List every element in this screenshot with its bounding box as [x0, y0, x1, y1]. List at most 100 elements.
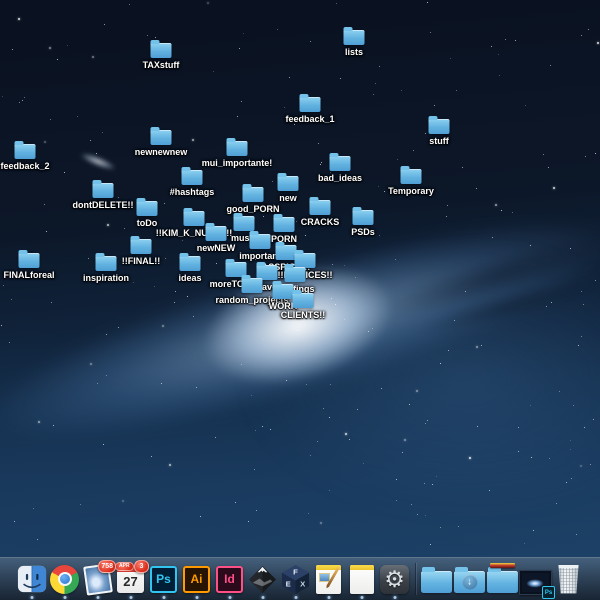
notes-document: [316, 565, 341, 594]
trash-can: [557, 565, 580, 594]
desktop-folder-new[interactable]: new: [288, 176, 309, 191]
dock-item-calendar[interactable]: APR 273: [114, 559, 147, 599]
dock-item-illustrator[interactable]: Ai: [180, 559, 213, 599]
folder-icon: [93, 183, 114, 198]
distant-galaxy: [74, 147, 123, 175]
desktop-folder-psds[interactable]: PSDs: [363, 210, 384, 225]
photoshop-logo: Ps: [150, 566, 177, 593]
svg-text:E: E: [286, 579, 291, 588]
desktop-folder-clients[interactable]: CLIENTS!!: [303, 293, 324, 308]
mail-badge: 758: [98, 560, 116, 573]
desktop-folder-todo[interactable]: toDo: [147, 201, 168, 216]
svg-text:X: X: [300, 579, 306, 588]
desktop-folder-newnewnew[interactable]: newnewnew: [161, 130, 182, 145]
ps-file-badge: Ps: [542, 586, 555, 599]
dock-item-textedit[interactable]: [345, 559, 378, 599]
dock-item-finder[interactable]: [15, 559, 48, 599]
desktop-folder-dontdelete[interactable]: dontDELETE!!: [103, 183, 124, 198]
folder-icon: [300, 97, 321, 112]
desktop-folder-invoices[interactable]: !!INVOICES!!: [305, 253, 326, 268]
desktop-folder-stuff[interactable]: stuff: [439, 119, 460, 134]
indesign-logo: Id: [216, 566, 243, 593]
dock-item-chrome[interactable]: [48, 559, 81, 599]
stack-folder-icon: [487, 571, 518, 593]
download-arrow-icon: ↓: [462, 574, 477, 589]
desktop[interactable]: TAXstuff lists feedback_1 stuff newnewne…: [0, 0, 600, 600]
desktop-folder-inspiration[interactable]: inspiration: [106, 256, 127, 271]
calendar-badge: 3: [134, 560, 149, 573]
dock-item-notes[interactable]: [312, 559, 345, 599]
running-indicator: [261, 596, 264, 599]
folder-label: #hashtags: [170, 187, 215, 197]
folder-icon: [96, 256, 117, 271]
folder-icon: [151, 43, 172, 58]
folder-icon: [273, 284, 294, 299]
desktop-folder-porn[interactable]: PORN: [284, 217, 305, 232]
desktop-folder-ideas[interactable]: ideas: [190, 256, 211, 271]
folder-label: newnewnew: [135, 147, 188, 157]
running-indicator: [195, 596, 198, 599]
dock-folder-icon: [421, 571, 452, 593]
desktop-folder-feedback-2[interactable]: feedback_2: [25, 144, 46, 159]
dock-item-folder-documents[interactable]: [420, 559, 453, 599]
folder-icon: [151, 130, 172, 145]
folder-label: CLIENTS!!: [281, 310, 326, 320]
desktop-folder-final[interactable]: !!FINAL!!: [141, 239, 162, 254]
folder-icon: [182, 170, 203, 185]
folder-label: feedback_2: [0, 161, 49, 171]
desktop-folder-taxstuff[interactable]: TAXstuff: [161, 43, 182, 58]
desktop-folder-music[interactable]: music: [244, 216, 265, 231]
folder-icon: [243, 187, 264, 202]
dock-item-trash[interactable]: [552, 559, 585, 599]
folder-label: dontDELETE!!: [73, 200, 134, 210]
desktop-folder-finalforeal[interactable]: FINALforeal: [29, 253, 50, 268]
downloads-folder-icon: ↓: [454, 571, 485, 593]
running-indicator: [228, 596, 231, 599]
desktop-folder-good-porn[interactable]: good_PORN: [253, 187, 274, 202]
desktop-folder-random-projects[interactable]: random_projects: [252, 278, 273, 293]
dock-item-folder-stack[interactable]: [486, 559, 519, 599]
folder-icon: [401, 169, 422, 184]
folder-label: feedback_1: [285, 114, 334, 124]
desktop-folder-briefings[interactable]: Briefings: [295, 267, 316, 282]
desktop-folder-bad-ideas[interactable]: bad_ideas: [340, 156, 361, 171]
document-header: [350, 565, 374, 570]
calendar-month: APR: [115, 562, 134, 571]
running-indicator: [30, 596, 33, 599]
dock-item-indesign[interactable]: Id: [213, 559, 246, 599]
desktop-folder-lists[interactable]: lists: [354, 30, 375, 45]
folder-icon: [242, 278, 263, 293]
folder-label: stuff: [429, 136, 449, 146]
dock-item-system-preferences[interactable]: ⚙: [378, 559, 411, 599]
folder-icon: [274, 217, 295, 232]
folder-label: newNEW: [197, 243, 236, 253]
folder-label: mui_importante!: [202, 158, 273, 168]
dock-item-inkscape[interactable]: [246, 559, 279, 599]
desktop-folder-hashtags[interactable]: #hashtags: [192, 170, 213, 185]
notes-photo: [319, 573, 330, 582]
svg-text:F: F: [293, 567, 298, 576]
dock-item-fontexplorer[interactable]: F E X: [279, 559, 312, 599]
fontexplorer-cube: F E X: [280, 564, 311, 595]
dock-item-folder-downloads[interactable]: ↓: [453, 559, 486, 599]
folder-icon: [184, 211, 205, 226]
folder-icon: [295, 253, 316, 268]
illustrator-logo: Ai: [183, 566, 210, 593]
desktop-folder-feedback-1[interactable]: feedback_1: [310, 97, 331, 112]
finder-face: [17, 564, 47, 594]
gear-icon: ⚙: [380, 565, 409, 594]
dock-item-psd-window[interactable]: Ps: [519, 559, 552, 599]
dock-item-photoshop[interactable]: Ps: [147, 559, 180, 599]
inkscape-logo: [247, 564, 278, 595]
desktop-folder-newnew[interactable]: newNEW: [216, 226, 237, 241]
folder-icon: [276, 245, 297, 260]
dock-item-mail[interactable]: 758: [81, 559, 114, 599]
desktop-folder-temporary[interactable]: Temporary: [411, 169, 432, 184]
running-indicator: [393, 596, 396, 599]
desktop-folder-mui-importante[interactable]: mui_importante!: [237, 141, 258, 156]
desktop-folder-cracks[interactable]: CRACKS: [320, 200, 341, 215]
folder-icon: [131, 239, 152, 254]
folder-label: FINALforeal: [3, 270, 54, 280]
folder-icon: [19, 253, 40, 268]
folder-label: new: [279, 193, 297, 203]
